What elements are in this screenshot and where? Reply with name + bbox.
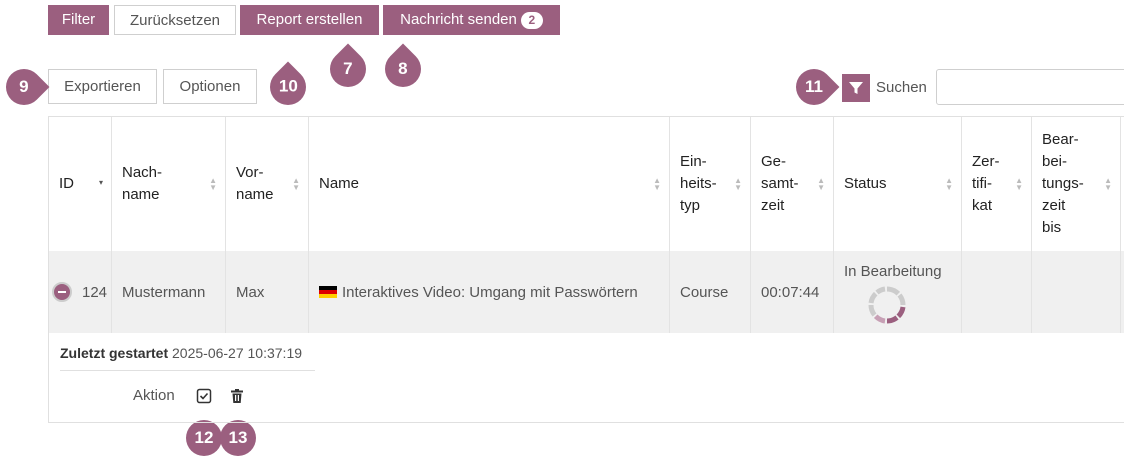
callout-11: 11 <box>788 61 840 113</box>
column-header-label: Bear- bei- tungs- zeit bis <box>1042 131 1084 236</box>
send-message-button[interactable]: Nachricht senden 2 <box>383 5 560 35</box>
results-table: ID ▾ Nach- name ▲ ▼ Vor- name ▲ ▼ Name ▲ ▼ … <box>48 116 1124 423</box>
column-header-nachname[interactable]: Nach- name ▲ ▼ <box>112 117 226 251</box>
column-header-label: Status <box>844 175 887 192</box>
column-header-status[interactable]: Status ▲ ▼ <box>834 117 962 251</box>
sort-icon: ▲ ▼ <box>734 176 742 192</box>
column-header-label: Ein- heits- typ <box>680 153 717 214</box>
cell-id: 124 <box>49 251 112 333</box>
last-started-label: Zuletzt gestartet <box>60 345 169 361</box>
cell-id-value: 124 <box>82 283 108 301</box>
export-button[interactable]: Exportieren <box>48 69 157 104</box>
cell-gesamtzeit: 00:07:44 <box>751 251 834 333</box>
collapse-row-icon[interactable] <box>52 282 72 302</box>
send-message-label: Nachricht senden <box>400 11 517 28</box>
search-input[interactable] <box>936 69 1124 105</box>
column-header-id[interactable]: ID ▾ <box>49 117 112 251</box>
callout-9: 9 <box>0 61 50 113</box>
column-header-label: Ge- samt- zeit <box>761 153 799 214</box>
sort-desc-icon: ▾ <box>98 178 103 187</box>
cell-vorname: Max <box>226 251 309 333</box>
callout-12: 12 <box>186 420 222 456</box>
filter-funnel-icon[interactable] <box>842 74 870 102</box>
column-header-vorname[interactable]: Vor- name ▲ ▼ <box>226 117 309 251</box>
message-count-badge: 2 <box>520 11 543 29</box>
progress-spinner-icon <box>868 286 906 324</box>
column-header-einheitstyp[interactable]: Ein- heits- typ ▲ ▼ <box>670 117 751 251</box>
reset-button[interactable]: Zurücksetzen <box>114 5 236 35</box>
sort-icon: ▲ ▼ <box>653 176 661 192</box>
cell-bearbeitungszeit <box>1032 251 1121 333</box>
sort-icon: ▲ ▼ <box>945 176 953 192</box>
search-label: Suchen <box>876 79 927 96</box>
filter-button[interactable]: Filter <box>48 5 109 35</box>
sort-icon: ▲ ▼ <box>209 176 217 192</box>
cell-status: In Bearbeitung <box>834 251 962 333</box>
last-started-value: 2025-06-27 10:37:19 <box>172 345 303 361</box>
sort-icon: ▲ ▼ <box>292 176 300 192</box>
cell-name-value: Interaktives Video: Umgang mit Passwörte… <box>342 283 638 301</box>
callout-13: 13 <box>220 420 256 456</box>
column-header-label: Name <box>319 175 360 192</box>
table-row[interactable]: 124 Mustermann Max Interaktives Video: U… <box>49 251 1124 333</box>
report-button[interactable]: Report erstellen <box>240 5 379 35</box>
cell-einheitstyp: Course <box>670 251 751 333</box>
cell-nachname: Mustermann <box>112 251 226 333</box>
column-header-label: Vor- name <box>236 164 274 203</box>
checkbox-mark-icon[interactable] <box>196 388 212 404</box>
sort-icon: ▲ ▼ <box>1104 176 1112 192</box>
column-header-zertifikat[interactable]: Zer- tifi- kat ▲ ▼ <box>962 117 1032 251</box>
column-header-name[interactable]: Name ▲ ▼ <box>309 117 670 251</box>
last-started: Zuletzt gestartet 2025-06-27 10:37:19 <box>60 345 302 361</box>
options-button[interactable]: Optionen <box>163 69 257 104</box>
trash-icon[interactable] <box>229 388 245 404</box>
action-label: Aktion <box>133 387 175 404</box>
cell-name: Interaktives Video: Umgang mit Passwörte… <box>309 251 670 333</box>
column-header-label: Nach- name <box>122 164 163 203</box>
cell-zertifikat <box>962 251 1032 333</box>
german-flag-icon <box>319 286 337 298</box>
column-header-label: Zer- tifi- kat <box>972 153 1000 214</box>
sort-icon: ▲ ▼ <box>817 176 825 192</box>
status-text: In Bearbeitung <box>844 263 942 280</box>
divider <box>60 370 315 371</box>
sort-icon: ▲ ▼ <box>1015 176 1023 192</box>
callout-7: 7 <box>322 43 374 95</box>
column-header-gesamtzeit[interactable]: Ge- samt- zeit ▲ ▼ <box>751 117 834 251</box>
callout-8: 8 <box>377 43 429 95</box>
column-header-label: ID <box>59 175 74 192</box>
column-header-bearbeitungszeit[interactable]: Bear- bei- tungs- zeit bis ▲ ▼ <box>1032 117 1121 251</box>
callout-10: 10 <box>262 61 314 113</box>
